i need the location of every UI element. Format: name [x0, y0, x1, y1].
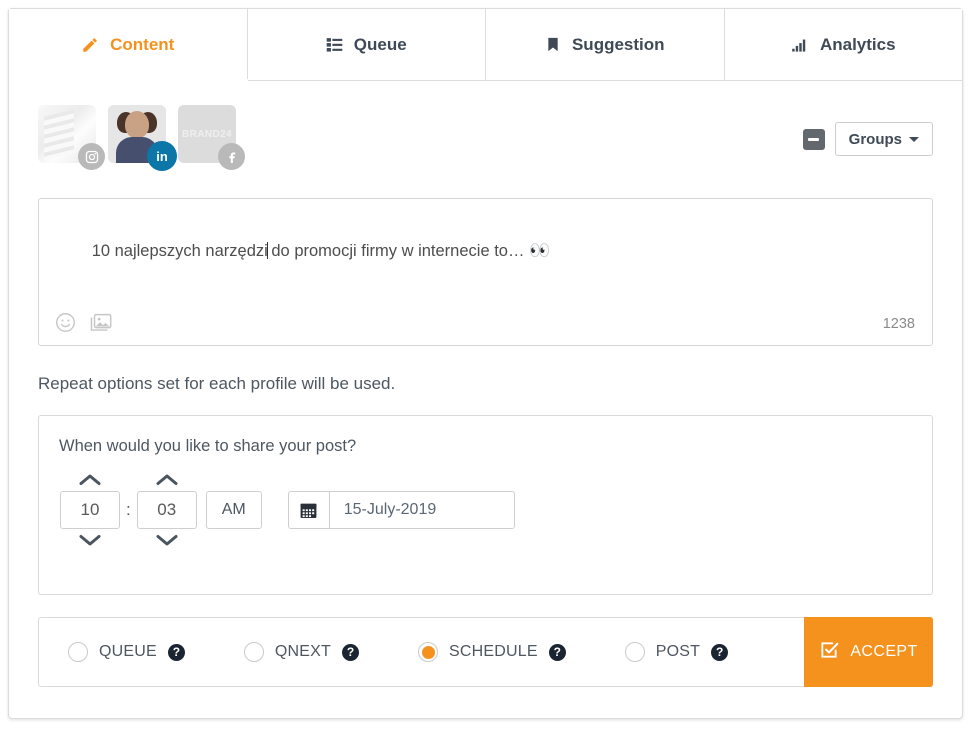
- help-icon[interactable]: ?: [342, 643, 360, 661]
- radio-option-schedule[interactable]: SCHEDULE ?: [418, 642, 566, 662]
- calendar-icon[interactable]: [287, 491, 329, 529]
- list-icon: [326, 36, 343, 53]
- post-mode-radio-group: QUEUE ? QNEXT ? SCHEDULE ? POST ?: [39, 618, 804, 686]
- date-input[interactable]: 15-July-2019: [328, 491, 515, 529]
- tab-queue-label: Queue: [353, 34, 407, 54]
- help-icon[interactable]: ?: [167, 643, 185, 661]
- profile-avatar-instagram[interactable]: [38, 105, 105, 170]
- profile-avatar-facebook[interactable]: BRAND24: [178, 105, 245, 170]
- schedule-panel: When would you like to share your post? …: [38, 415, 933, 595]
- tab-bar: Content Queue Suggestion Analytics: [9, 9, 962, 81]
- time-separator: :: [126, 499, 131, 519]
- minus-square-icon[interactable]: [802, 128, 825, 150]
- composer-text[interactable]: 10 najlepszych narzędzi do promocji firm…: [39, 199, 932, 285]
- profile-avatar-linkedin[interactable]: in: [108, 105, 177, 171]
- eyes-emoji: 👀: [529, 241, 551, 261]
- composer-text-before-caret: 10 najlepszych narzędzi: [91, 242, 268, 261]
- schedule-question: When would you like to share your post?: [59, 437, 357, 455]
- tab-suggestion-label: Suggestion: [571, 34, 665, 54]
- groups-area: Groups: [802, 122, 933, 156]
- post-composer-card: Content Queue Suggestion Analytics in BR…: [8, 8, 963, 719]
- panel-body: in BRAND24 Groups 10 najlepszych narzędz…: [9, 81, 962, 687]
- check-square-icon: [819, 640, 839, 665]
- minute-stepper: 03: [136, 468, 198, 552]
- pencil-icon: [81, 36, 99, 54]
- radio-label: QUEUE: [99, 643, 157, 660]
- bookmark-icon: [545, 36, 561, 53]
- chevron-up-icon[interactable]: [79, 468, 101, 491]
- composer-toolbar: [55, 312, 113, 333]
- composer-text-after-caret: do promocji firmy w internecie to…: [266, 242, 530, 261]
- smiley-icon[interactable]: [55, 312, 76, 333]
- accept-button-label: ACCEPT: [850, 643, 918, 660]
- radio-option-post[interactable]: POST ?: [624, 642, 729, 662]
- character-counter: 1238: [882, 316, 915, 332]
- repeat-options-note: Repeat options set for each profile will…: [38, 374, 396, 393]
- radio-option-queue[interactable]: QUEUE ?: [68, 642, 185, 662]
- tab-analytics-label: Analytics: [819, 34, 896, 54]
- profiles-row: in BRAND24 Groups: [38, 105, 933, 185]
- radio-label: POST: [655, 643, 701, 660]
- minute-input[interactable]: 03: [136, 491, 197, 529]
- date-picker: 15-July-2019: [287, 491, 515, 529]
- hour-input[interactable]: 10: [60, 491, 120, 529]
- groups-dropdown-button[interactable]: Groups: [834, 122, 933, 156]
- radio-button[interactable]: [624, 642, 645, 662]
- help-icon[interactable]: ?: [711, 643, 729, 661]
- tab-content-label: Content: [110, 34, 175, 54]
- radio-button[interactable]: [243, 642, 264, 662]
- tab-content[interactable]: Content: [9, 9, 248, 81]
- datetime-row: 10 : 03 AM 15-July-2019: [59, 468, 932, 552]
- post-composer[interactable]: 10 najlepszych narzędzi do promocji firm…: [38, 198, 933, 346]
- profile-avatar-list: in BRAND24: [38, 105, 245, 171]
- tab-analytics[interactable]: Analytics: [724, 9, 962, 81]
- meridiem-toggle[interactable]: AM: [205, 491, 262, 529]
- linkedin-icon: in: [147, 141, 177, 171]
- facebook-icon: [218, 143, 245, 170]
- radio-label: SCHEDULE: [449, 643, 538, 660]
- radio-option-qnext[interactable]: QNEXT ?: [243, 642, 360, 662]
- hour-stepper: 10: [59, 468, 121, 552]
- instagram-icon: [78, 143, 105, 170]
- chevron-down-icon[interactable]: [79, 529, 101, 552]
- radio-button[interactable]: [418, 642, 439, 662]
- chevron-up-icon[interactable]: [156, 468, 178, 491]
- chevron-down-icon: [909, 136, 919, 142]
- image-icon[interactable]: [89, 312, 113, 333]
- radio-label: QNEXT: [274, 643, 332, 660]
- action-bar: QUEUE ? QNEXT ? SCHEDULE ? POST ? ACCEPT: [38, 617, 933, 687]
- groups-button-label: Groups: [848, 130, 902, 148]
- bar-chart-icon: [791, 36, 809, 53]
- brand-label: BRAND24: [181, 128, 233, 140]
- tab-queue[interactable]: Queue: [247, 9, 486, 81]
- tab-suggestion[interactable]: Suggestion: [486, 9, 725, 81]
- radio-button[interactable]: [68, 642, 88, 662]
- help-icon[interactable]: ?: [548, 643, 566, 661]
- accept-button[interactable]: ACCEPT: [804, 617, 933, 687]
- chevron-down-icon[interactable]: [156, 529, 178, 552]
